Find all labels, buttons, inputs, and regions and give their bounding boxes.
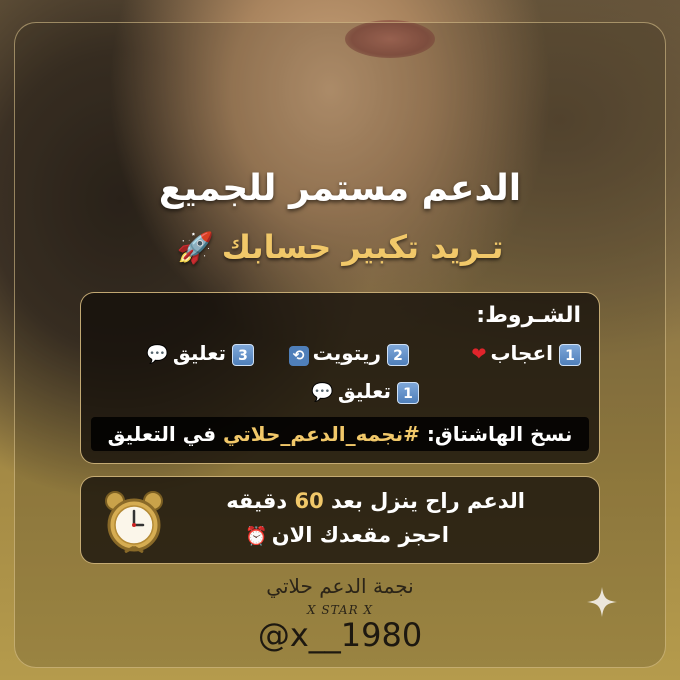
number-badge: 1 — [559, 343, 581, 366]
red-heart-icon: ❤ — [471, 344, 487, 365]
repeat-icon: ⟲ — [288, 344, 309, 366]
support-box: الدعم راح ينزل بعد 60 دقيقه احجز مقعدك ا… — [80, 476, 600, 564]
term-item-retweet: 2 ريتويت⟲ — [288, 341, 409, 366]
subtitle-text: تـريد تكبير حسابك — [221, 228, 504, 266]
term-item-like: 1 اعجاب❤ — [471, 341, 581, 366]
number-badge: 3 — [232, 343, 254, 366]
term-label: ريتويت — [312, 341, 381, 365]
hashtag-text: #نجمه_الدعم_حلاتي — [223, 422, 420, 446]
main-title: الدعم مستمر للجميع — [158, 168, 522, 209]
terms-box: الشـروط: 1اعجاب❤ 2ريتويت⟲ 3تعليق💬 1تعليق… — [80, 292, 600, 464]
support-prefix: الدعم راح ينزل بعد — [323, 489, 525, 513]
support-suffix: دقيقه — [226, 489, 295, 513]
term-item-comment-2: 1 تعليق💬 — [311, 379, 419, 404]
hashtag-suffix: في التعليق — [107, 422, 224, 446]
footer-subname: X STAR X — [307, 603, 373, 617]
hashtag-instruction: نسخ الهاشتاق: #نجمه_الدعم_حلاتي في التعل… — [91, 417, 589, 451]
subtitle: تـريد تكبير حسابك🚀 — [0, 228, 680, 266]
sparkle-icon — [587, 587, 617, 617]
number-badge: 2 — [387, 343, 409, 366]
speech-bubble-icon: 💬 — [146, 344, 169, 365]
term-label: اعجاب — [490, 341, 553, 365]
footer-name: نجمة الدعم حلاتي — [266, 574, 414, 598]
reserve-seat-text: احجز مقعدك الان⏰ — [245, 523, 449, 547]
rocket-icon: 🚀 — [176, 231, 214, 266]
number-badge: 1 — [397, 381, 419, 404]
term-label: تعليق — [337, 379, 391, 403]
stopwatch-icon — [105, 491, 163, 553]
term-label: تعليق — [172, 341, 226, 365]
term-item-comment: 3 تعليق💬 — [146, 341, 254, 366]
reserve-seat-label: احجز مقعدك الان — [271, 523, 449, 547]
speech-bubble-icon: 💬 — [311, 382, 334, 403]
alarm-clock-icon: ⏰ — [245, 525, 268, 547]
hashtag-prefix: نسخ الهاشتاق: — [419, 422, 573, 446]
support-timing: الدعم راح ينزل بعد 60 دقيقه — [226, 489, 525, 513]
support-minutes: 60 — [294, 489, 324, 513]
footer-handle: @x__1980 — [257, 616, 423, 654]
terms-heading: الشـروط: — [476, 303, 581, 328]
